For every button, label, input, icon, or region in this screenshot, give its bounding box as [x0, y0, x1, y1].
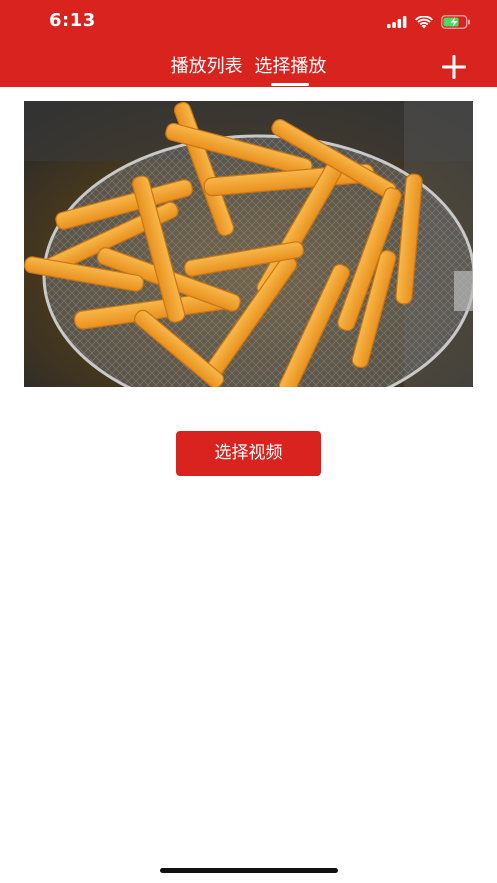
tab-group: 播放列表 选择播放	[0, 52, 497, 86]
tab-playlist[interactable]: 播放列表	[168, 52, 246, 78]
plus-icon[interactable]	[441, 54, 467, 80]
video-thumbnail	[24, 101, 473, 387]
app-header: 6:13 播放列表 选择播放	[0, 0, 497, 87]
nav-bar: 播放列表 选择播放	[0, 44, 497, 87]
wifi-icon	[415, 15, 433, 28]
status-time: 6:13	[49, 10, 96, 31]
select-video-button[interactable]: 选择视频	[176, 431, 321, 476]
status-bar: 6:13	[0, 0, 497, 44]
video-preview[interactable]	[24, 101, 473, 387]
tab-select-play[interactable]: 选择播放	[251, 52, 329, 86]
status-icons	[387, 12, 471, 32]
home-indicator[interactable]	[160, 868, 338, 873]
signal-icon	[387, 16, 407, 28]
battery-charging-icon	[441, 15, 470, 29]
